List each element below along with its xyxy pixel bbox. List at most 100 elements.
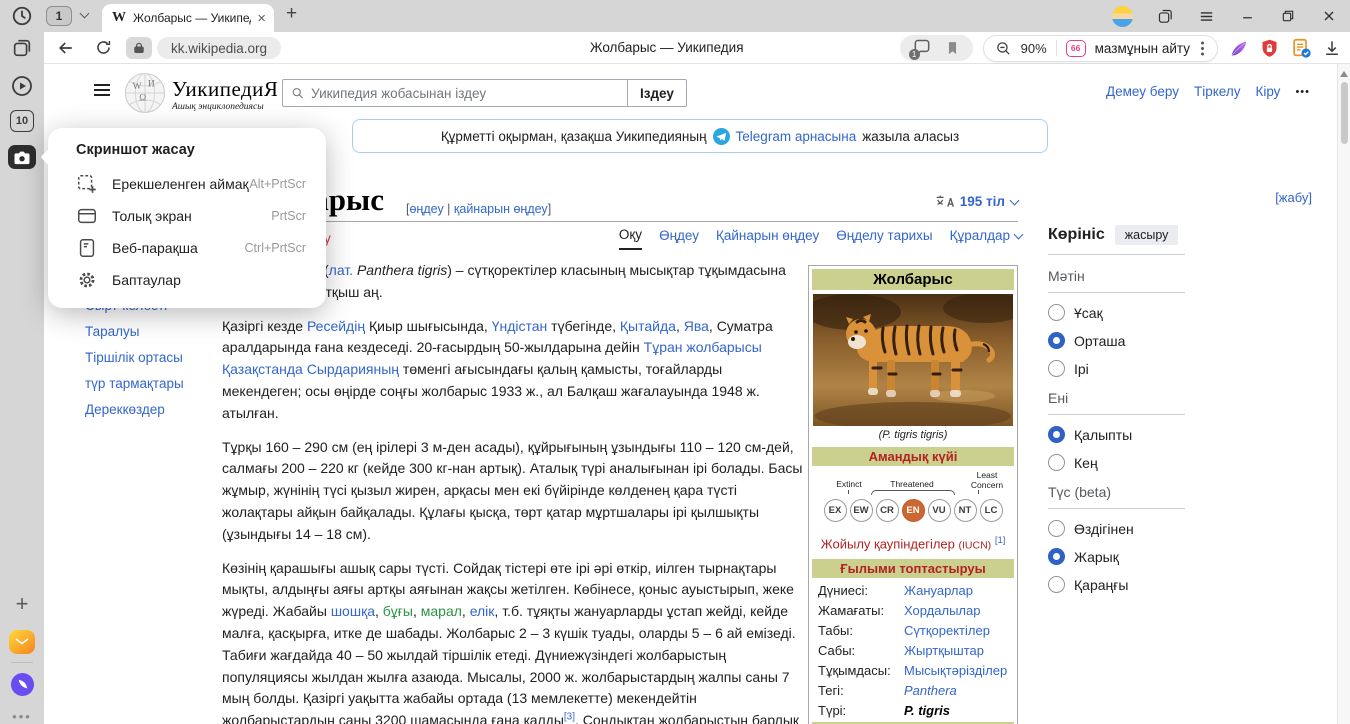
taxonomy-value[interactable]: Мысықтәрізділер <box>904 663 1007 678</box>
radio-option[interactable]: Қалыпты <box>1048 426 1185 443</box>
bookmark-icon[interactable] <box>944 40 961 57</box>
url-text[interactable]: kk.wikipedia.org <box>157 37 281 59</box>
restore-window-icon[interactable] <box>1279 7 1297 25</box>
tab-counter[interactable]: 1 <box>46 6 72 26</box>
view-tab[interactable]: Өңделу тарихы <box>836 227 932 250</box>
language-selector[interactable]: 195 тіл <box>935 194 1018 209</box>
screenshot-menu: Скриншот жасау Ерекшеленген аймақ Alt+Pr… <box>48 128 326 308</box>
header-link[interactable]: Кіру <box>1255 84 1280 99</box>
close-window-icon[interactable] <box>1320 7 1338 25</box>
telegram-icon <box>713 128 730 145</box>
download-icon[interactable] <box>1322 38 1342 58</box>
translate-doc-icon[interactable] <box>1290 37 1312 59</box>
radio-label: Қараңғы <box>1074 577 1128 593</box>
toc-item[interactable]: Дереккөздер <box>85 401 217 418</box>
radio-option[interactable]: Ірі <box>1048 360 1185 377</box>
taxonomy-value[interactable]: Panthera <box>904 683 957 698</box>
appearance-section-label: Мәтін <box>1048 268 1185 293</box>
radio-icon[interactable] <box>1048 360 1065 377</box>
wikipedia-globe-logo[interactable]: WИΩ <box>124 72 166 114</box>
radio-option[interactable]: Өздігінен <box>1048 520 1185 537</box>
tab-close-icon[interactable]: × <box>257 10 266 27</box>
banner-close-link[interactable]: [жабу] <box>1275 190 1312 205</box>
menu-item-selected-area[interactable]: Ерекшеленген аймақ Alt+PrtScr <box>62 168 312 200</box>
taxonomy-value[interactable]: P. tigris <box>904 703 950 718</box>
browser-tab[interactable]: W Жолбарыс — Уикипед × <box>102 4 274 32</box>
alice-assistant-icon[interactable] <box>9 671 35 697</box>
header-link[interactable]: Демеу беру <box>1106 84 1179 99</box>
menu-hamburger-icon[interactable] <box>1197 7 1215 25</box>
taxonomy-value[interactable]: Сүтқоректілер <box>904 623 990 638</box>
tab-panels-icon[interactable] <box>9 35 35 61</box>
title-edit-links[interactable]: [өңдеу | қайнарын өңдеу] <box>406 202 551 216</box>
zoom-level[interactable]: 90% <box>1021 41 1047 56</box>
menu-item-fullscreen[interactable]: Толық экран PrtScr <box>62 200 312 232</box>
taxonomy-value[interactable]: Жануарлар <box>904 583 973 598</box>
zoom-out-icon[interactable] <box>995 40 1012 57</box>
address-bar[interactable]: kk.wikipedia.org <box>126 37 281 59</box>
toc-item[interactable]: Таралуы <box>85 323 217 340</box>
telegram-link[interactable]: Telegram арнасына <box>736 129 857 144</box>
menu-item-settings[interactable]: Баптаулар <box>62 264 312 296</box>
reload-icon[interactable] <box>94 38 114 58</box>
lock-icon[interactable] <box>126 37 152 59</box>
site-notice-banner: Құрметті оқырман, қазақша Уикипедияның T… <box>352 119 1048 153</box>
screenshot-camera-icon[interactable] <box>8 145 36 169</box>
new-tab-button[interactable]: + <box>286 3 297 25</box>
page-scrollbar[interactable] <box>1337 64 1350 724</box>
toolbar-page-title: Жолбарыс — Уикипедия <box>590 40 744 55</box>
header-more-icon[interactable]: ••• <box>1295 86 1310 98</box>
read-aloud-icon[interactable]: 66 <box>1066 40 1086 57</box>
taxonomy-value[interactable]: Жыртқыштар <box>904 643 984 658</box>
radio-icon[interactable] <box>1048 548 1065 565</box>
scroll-up-icon[interactable] <box>1340 71 1348 77</box>
search-button[interactable]: Іздеу <box>628 79 687 107</box>
protect-shield-icon[interactable] <box>1259 38 1280 59</box>
minimize-icon[interactable] <box>1238 7 1256 25</box>
radio-option[interactable]: Жарық <box>1048 548 1185 565</box>
status-text[interactable]: Жойылу қаупіндегілер (IUCN) [1] <box>812 532 1014 557</box>
view-tab[interactable]: Оқу <box>619 227 642 250</box>
toc-item[interactable]: Тіршілік ортасы <box>85 349 217 366</box>
view-tab[interactable]: Құралдар <box>950 227 1022 250</box>
header-link[interactable]: Тіркелу <box>1194 84 1241 99</box>
search-field[interactable] <box>311 86 619 101</box>
sidebar-more-icon[interactable]: ••• <box>9 703 35 724</box>
appearance-hide-button[interactable]: жасыру <box>1115 225 1179 245</box>
radio-icon[interactable] <box>1048 454 1065 471</box>
scrollbar-thumb[interactable] <box>1341 82 1348 144</box>
tab-list-chevron-icon[interactable] <box>80 9 90 19</box>
wiki-menu-icon[interactable] <box>94 84 110 96</box>
toc-item[interactable]: түр тармақтары <box>85 375 217 392</box>
view-tab[interactable]: Өңдеу <box>659 227 699 250</box>
radio-icon[interactable] <box>1048 576 1065 593</box>
status-reference[interactable]: [1] <box>995 535 1006 546</box>
taxonomy-value[interactable]: Хордалылар <box>904 603 980 618</box>
scale-tick <box>848 490 849 494</box>
search-input[interactable] <box>282 79 628 107</box>
radio-option[interactable]: Ұсақ <box>1048 304 1185 321</box>
tab-groups-icon[interactable] <box>1156 7 1174 25</box>
radio-icon[interactable] <box>1048 304 1065 321</box>
yandex-mail-icon[interactable] <box>9 630 35 654</box>
sidebar-add-icon[interactable]: + <box>9 591 35 617</box>
site-logo-text[interactable]: УикипедиЯ Ашық энциклопедиясы <box>172 77 278 112</box>
tiger-photo[interactable] <box>813 294 1013 426</box>
radio-icon[interactable] <box>1048 520 1065 537</box>
comments-icon[interactable]: 1 <box>912 38 932 58</box>
video-play-icon[interactable] <box>9 73 35 99</box>
menu-item-webpage[interactable]: Веб-парақша Ctrl+PrtScr <box>62 232 312 264</box>
profile-avatar[interactable] <box>1112 6 1133 27</box>
radio-option[interactable]: Орташа <box>1048 332 1185 349</box>
radio-icon[interactable] <box>1048 332 1065 349</box>
history-clock-icon[interactable] <box>9 3 35 29</box>
read-aloud-label[interactable]: мазмұнын айту <box>1095 41 1190 56</box>
radio-icon[interactable] <box>1048 426 1065 443</box>
view-tab[interactable]: Қайнарын өңдеу <box>716 227 819 250</box>
radio-option[interactable]: Кең <box>1048 454 1185 471</box>
more-options-icon[interactable] <box>1201 47 1204 50</box>
back-icon[interactable] <box>56 38 76 58</box>
radio-option[interactable]: Қараңғы <box>1048 576 1185 593</box>
yandex-pen-icon[interactable] <box>1228 38 1249 59</box>
calendar-icon[interactable]: 10 <box>10 110 34 132</box>
